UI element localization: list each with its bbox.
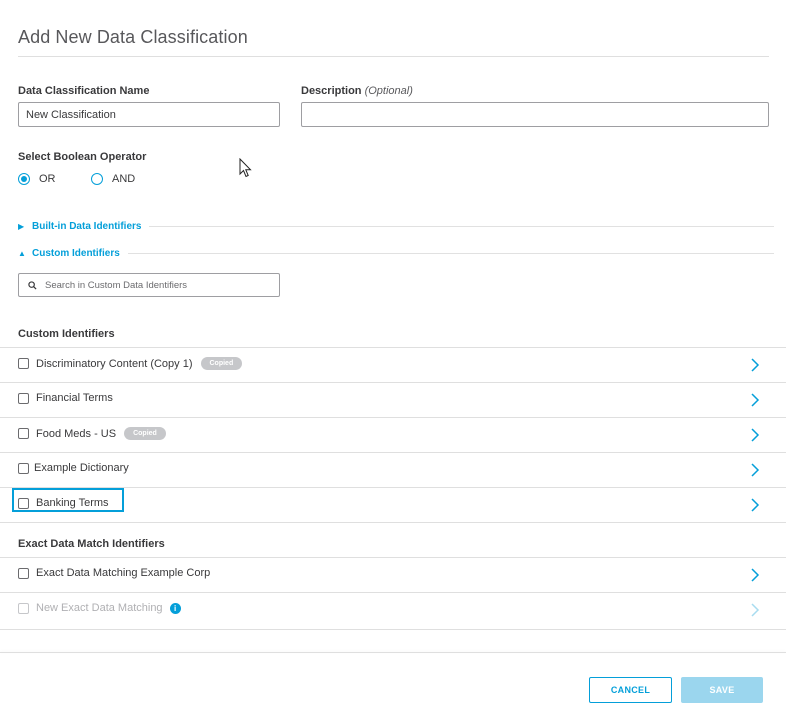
list-item-label: New Exact Data Matching (36, 602, 163, 614)
list-item-label: Financial Terms (36, 392, 113, 404)
list-item[interactable]: Food Meds - US Copied (0, 417, 786, 452)
name-label: Data Classification Name (18, 85, 150, 97)
radio-or-button[interactable] (18, 173, 30, 185)
cancel-button[interactable]: CANCEL (589, 677, 672, 703)
focus-ring (12, 488, 124, 512)
custom-identifiers-heading: Custom Identifiers (18, 328, 115, 340)
dialog-title: Add New Data Classification (18, 27, 248, 47)
checkbox[interactable] (18, 393, 29, 404)
list-item[interactable]: Exact Data Matching Example Corp (0, 557, 786, 592)
list-item-label-group: Food Meds - US Copied (36, 427, 166, 440)
title-divider (18, 56, 769, 57)
list-item[interactable]: Example Dictionary (0, 452, 786, 487)
list-item[interactable]: Financial Terms (0, 382, 786, 417)
chevron-right-icon[interactable] (748, 392, 762, 408)
chevron-right-icon[interactable] (748, 427, 762, 443)
description-input[interactable] (301, 102, 769, 127)
custom-identifiers-label: Custom Identifiers (32, 248, 120, 259)
custom-identifier-search[interactable] (18, 273, 280, 297)
list-item-label: Example Dictionary (34, 462, 129, 474)
chevron-right-icon[interactable] (748, 497, 762, 513)
description-label-text: Description (301, 85, 362, 97)
checkbox[interactable] (18, 358, 29, 369)
exact-match-heading: Exact Data Match Identifiers (18, 538, 165, 550)
info-icon[interactable]: i (169, 602, 181, 614)
chevron-right-icon[interactable] (748, 357, 762, 373)
copied-badge: Copied (124, 427, 166, 440)
radio-or-label: OR (39, 173, 56, 185)
save-button[interactable]: SAVE (681, 677, 763, 703)
list-item-label: Discriminatory Content (Copy 1) (36, 357, 193, 370)
radio-and[interactable]: AND (91, 173, 135, 185)
footer-divider (0, 652, 786, 653)
radio-or[interactable]: OR (18, 173, 56, 185)
checkbox (18, 603, 29, 614)
checkbox[interactable] (18, 568, 29, 579)
mouse-cursor-icon (239, 158, 252, 178)
builtin-identifiers-label: Built-in Data Identifiers (32, 221, 142, 232)
classification-name-input[interactable] (18, 102, 280, 127)
exact-match-list: Exact Data Matching Example Corp New Exa… (0, 557, 786, 630)
chevron-right-icon[interactable] (748, 567, 762, 583)
custom-identifiers-toggle[interactable]: ▲ Custom Identifiers (18, 248, 774, 259)
checkbox[interactable] (18, 428, 29, 439)
builtin-identifiers-toggle[interactable]: ▶ Built-in Data Identifiers (18, 221, 774, 232)
search-icon (28, 280, 37, 290)
checkbox[interactable] (18, 463, 29, 474)
list-item-label-group: Discriminatory Content (Copy 1) Copied (36, 357, 243, 370)
section-divider (149, 226, 774, 227)
description-label: Description (Optional) (301, 85, 413, 97)
search-input[interactable] (37, 279, 265, 291)
list-item-label: Exact Data Matching Example Corp (36, 567, 211, 579)
description-optional-text: (Optional) (364, 85, 413, 97)
chevron-right-icon (751, 603, 760, 617)
list-item-label: Food Meds - US (36, 427, 117, 440)
list-item: New Exact Data Matching i (0, 592, 786, 630)
operator-label: Select Boolean Operator (18, 151, 147, 163)
section-divider (127, 253, 774, 254)
list-item-label-group: New Exact Data Matching i (36, 602, 181, 614)
copied-badge: Copied (200, 357, 243, 370)
caret-right-icon: ▶ (18, 222, 25, 231)
chevron-right-icon[interactable] (748, 462, 762, 478)
list-item[interactable]: Discriminatory Content (Copy 1) Copied (0, 347, 786, 382)
radio-and-button[interactable] (91, 173, 103, 185)
caret-up-icon: ▲ (18, 249, 26, 258)
radio-and-label: AND (112, 173, 136, 185)
